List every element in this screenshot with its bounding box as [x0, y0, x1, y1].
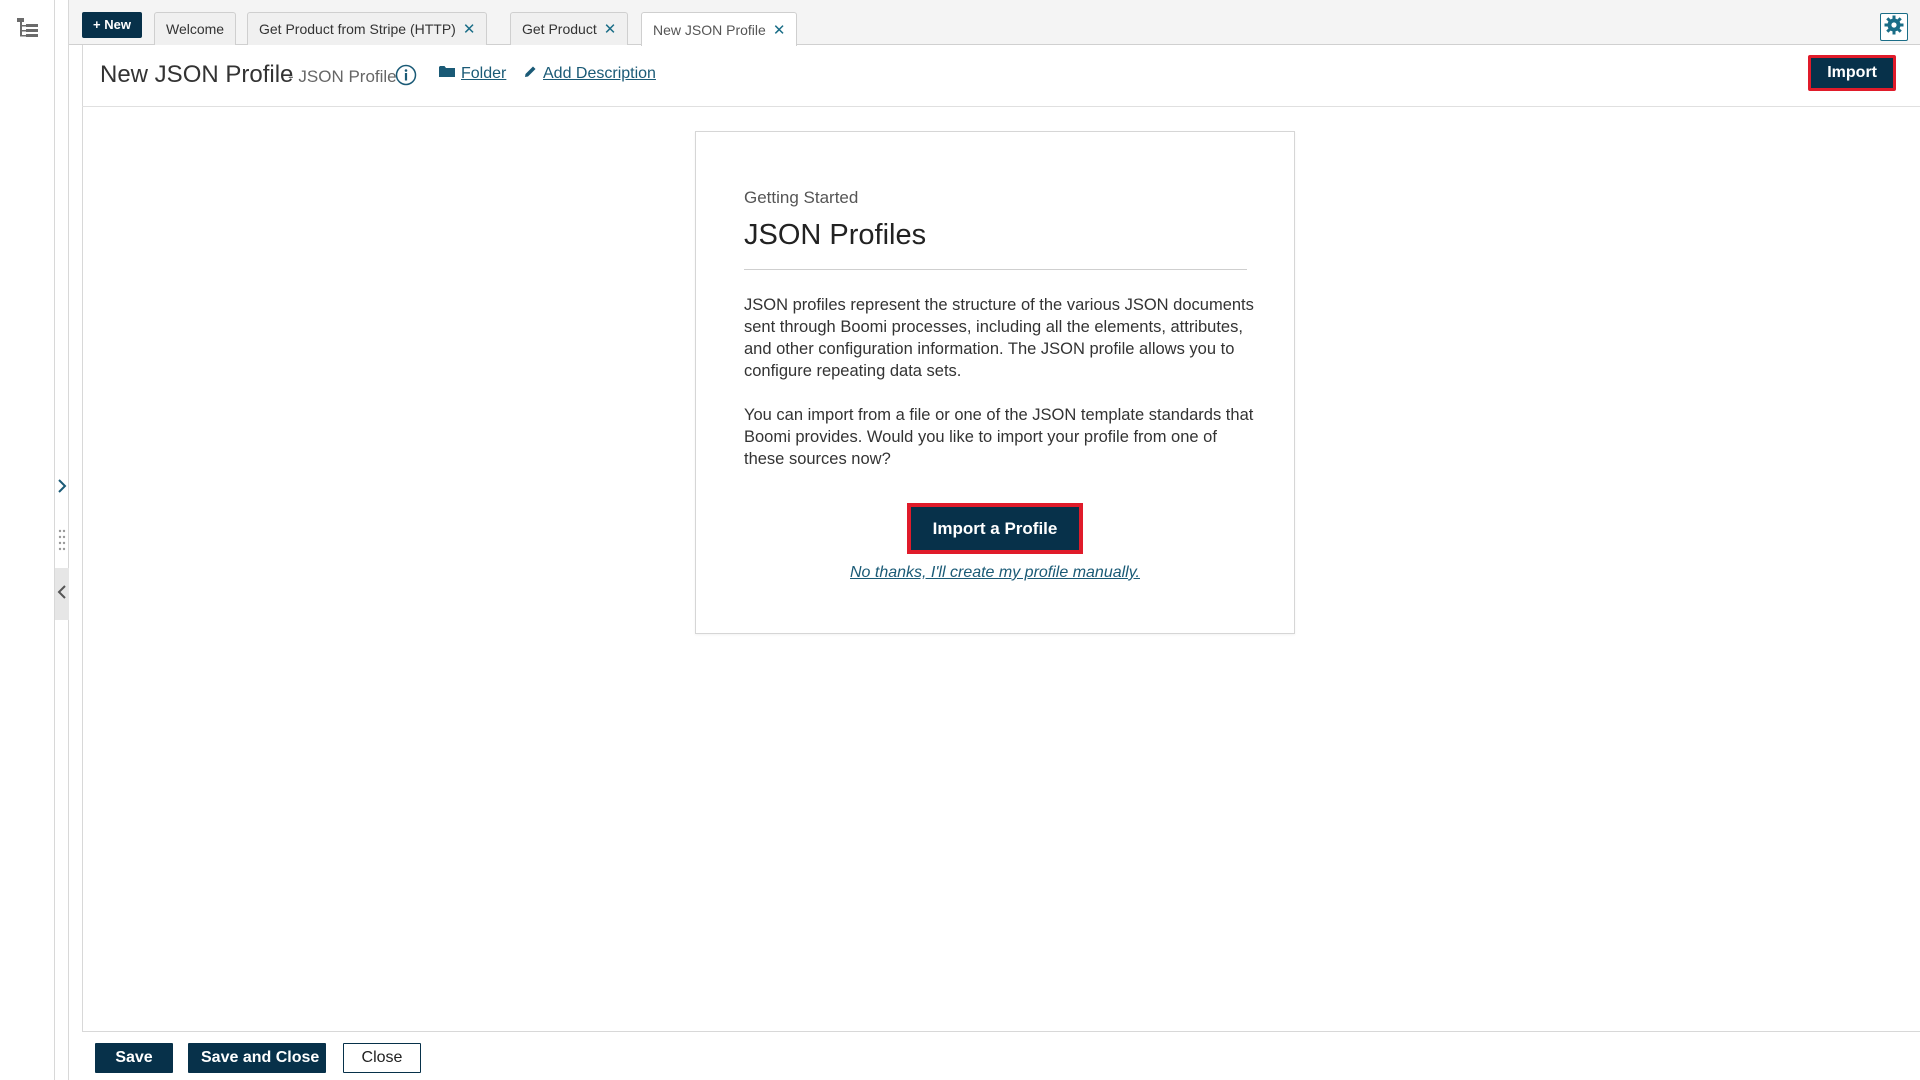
folder-link[interactable]: Folder — [439, 65, 506, 83]
card-import-prompt: You can import from a file or one of the… — [744, 406, 1254, 468]
chevron-left-icon — [57, 584, 67, 605]
close-button[interactable]: Close — [343, 1043, 421, 1073]
card-heading: JSON Profiles — [744, 219, 927, 251]
gear-icon — [1884, 15, 1904, 40]
left-rail — [0, 0, 55, 1080]
footer-bar: Save Save and Close Close — [82, 1031, 1920, 1080]
expand-panel-button[interactable] — [55, 462, 69, 514]
pencil-icon — [524, 65, 537, 83]
chevron-right-icon — [57, 478, 67, 499]
tab-get-product[interactable]: Get Product ✕ — [510, 12, 629, 45]
info-icon[interactable] — [395, 64, 417, 86]
close-icon[interactable]: ✕ — [463, 20, 476, 38]
tab-label: New JSON Profile — [653, 21, 766, 38]
settings-button[interactable] — [1880, 13, 1908, 41]
tree-icon[interactable] — [16, 17, 40, 39]
save-button[interactable]: Save — [95, 1043, 173, 1073]
tab-welcome[interactable]: Welcome — [154, 12, 237, 45]
page-subtitle: - JSON Profile — [288, 67, 397, 86]
import-a-profile-button[interactable]: Import a Profile — [907, 503, 1083, 554]
card-kicker: Getting Started — [744, 188, 859, 207]
tab-bar: + New Welcome Get Product from Stripe (H… — [69, 0, 1920, 46]
collapse-panel-button[interactable] — [55, 568, 69, 620]
tab-label: Welcome — [166, 21, 225, 37]
drag-handle-icon[interactable] — [57, 528, 67, 552]
folder-icon — [439, 65, 455, 83]
tab-label: Get Product from Stripe (HTTP) — [259, 21, 456, 37]
folder-link-label: Folder — [461, 65, 507, 82]
page-title: New JSON Profile — [100, 61, 294, 88]
page-header: New JSON Profile - JSON Profile Folder A… — [82, 45, 1920, 107]
save-and-close-button[interactable]: Save and Close — [188, 1043, 326, 1073]
import-button[interactable]: Import — [1808, 55, 1896, 91]
card-divider — [744, 269, 1247, 270]
new-button[interactable]: + New — [82, 12, 142, 38]
add-description-label: Add Description — [543, 65, 656, 82]
card-description: JSON profiles represent the structure of… — [744, 296, 1254, 380]
create-manually-link[interactable]: No thanks, I'll create my profile manual… — [696, 564, 1294, 582]
tab-get-product-from-stripe[interactable]: Get Product from Stripe (HTTP) ✕ — [247, 12, 488, 45]
tab-label: Get Product — [522, 21, 597, 37]
tab-new-json-profile[interactable]: New JSON Profile ✕ — [641, 12, 798, 46]
close-icon[interactable]: ✕ — [773, 21, 786, 39]
getting-started-card: Getting Started JSON Profiles JSON profi… — [695, 131, 1295, 634]
add-description-link[interactable]: Add Description — [524, 65, 656, 83]
close-icon[interactable]: ✕ — [604, 20, 617, 38]
